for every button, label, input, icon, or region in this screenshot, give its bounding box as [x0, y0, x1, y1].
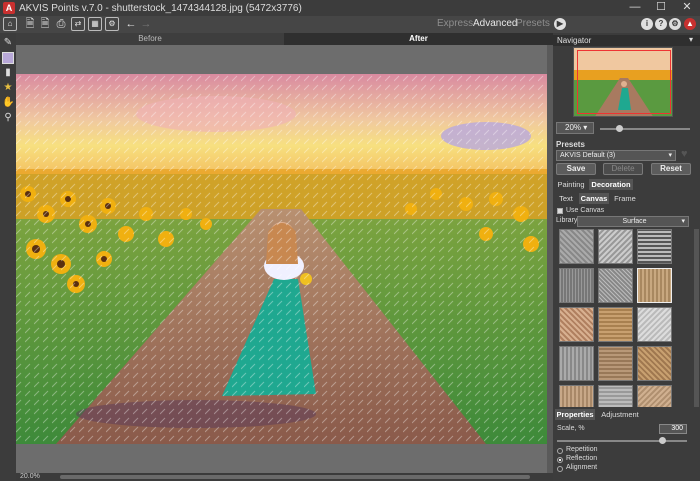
settings-panel: Navigator ▾ 20% ▾ Presets AKVIS Default … [553, 33, 700, 481]
eraser-icon[interactable]: ▮ [2, 67, 14, 79]
mode-advanced[interactable]: Advanced [473, 18, 517, 29]
paint-brush-icon[interactable]: ✎ [2, 37, 14, 49]
painted-photo [16, 74, 547, 444]
tab-canvas[interactable]: Canvas [579, 193, 609, 204]
collapse-icon[interactable]: ▾ [689, 35, 693, 44]
tool-bar: ✎ ▮ ★ ✋ ⚲ [0, 33, 16, 481]
reflection-label: Reflection [566, 455, 598, 462]
play-icon[interactable]: ▶ [554, 18, 566, 30]
help-icon[interactable]: ? [655, 18, 667, 30]
texture-thumb[interactable] [637, 346, 672, 381]
use-canvas-checkbox[interactable] [557, 208, 563, 214]
tab-after[interactable]: After [284, 33, 553, 45]
texture-thumb[interactable] [598, 346, 633, 381]
minimize-button[interactable]: — [622, 0, 648, 16]
texture-thumb[interactable] [598, 268, 633, 303]
info-icon[interactable]: i [641, 18, 653, 30]
view-tabs: Before After [16, 33, 553, 45]
print-icon[interactable]: ⎙ [54, 17, 68, 31]
save-file-icon[interactable]: 🗎 [38, 17, 52, 31]
zoom-icon[interactable]: ⚲ [2, 112, 14, 124]
zoom-slider[interactable] [600, 128, 690, 130]
scale-slider-knob[interactable] [659, 437, 666, 444]
horizontal-scrollbar[interactable] [60, 475, 530, 479]
undo-icon[interactable]: ← [124, 17, 138, 31]
plugin-icon[interactable]: ⚙ [105, 17, 119, 31]
texture-thumb[interactable] [559, 268, 594, 303]
status-bar: 20.0% [16, 473, 553, 481]
zoom-level: 20.0% [20, 473, 40, 480]
repetition-label: Repetition [566, 446, 598, 453]
tab-properties[interactable]: Properties [555, 409, 595, 420]
stamp-icon[interactable]: ★ [2, 82, 14, 94]
scale-label: Scale, % [557, 425, 585, 432]
preset-select[interactable]: AKVIS Default (3) ▾ [556, 150, 676, 161]
scale-value[interactable]: 300 [659, 424, 687, 434]
texture-thumb[interactable] [637, 385, 672, 407]
app-icon: A [3, 2, 15, 14]
tab-decoration[interactable]: Decoration [589, 179, 633, 190]
gallery-scrollbar[interactable] [694, 229, 699, 407]
scale-slider[interactable] [557, 440, 687, 442]
texture-thumb[interactable] [559, 229, 594, 264]
toolbar: ⌂ 🗎 🗎 ⎙ ⇄ ▦ ⚙ ← → Express Advanced Prese… [0, 16, 700, 33]
zoom-select-value: 20% [565, 123, 582, 132]
navigator-header: Navigator [553, 35, 700, 46]
texture-thumb[interactable] [637, 229, 672, 264]
tab-before[interactable]: Before [16, 33, 284, 45]
hand-icon[interactable]: ✋ [2, 97, 14, 109]
reset-preset-button[interactable]: Reset [651, 163, 691, 175]
tab-painting[interactable]: Painting [555, 179, 587, 190]
texture-thumb[interactable] [559, 346, 594, 381]
share-icon[interactable]: ⇄ [71, 17, 85, 31]
batch-icon[interactable]: ▦ [88, 17, 102, 31]
mode-express[interactable]: Express [437, 18, 473, 29]
maximize-button[interactable]: ☐ [648, 0, 674, 16]
texture-thumb[interactable] [598, 229, 633, 264]
color-swatch[interactable] [2, 52, 14, 64]
mode-presets[interactable]: Presets [516, 18, 550, 29]
tab-frame[interactable]: Frame [611, 193, 639, 204]
tab-adjustment[interactable]: Adjustment [597, 409, 643, 420]
favorite-icon[interactable]: ♥ [681, 148, 688, 160]
texture-thumb[interactable] [559, 385, 594, 407]
texture-thumb[interactable] [559, 307, 594, 342]
zoom-slider-knob[interactable] [616, 125, 623, 132]
texture-gallery [559, 229, 691, 407]
library-label: Library [556, 217, 578, 224]
texture-thumb[interactable] [598, 385, 633, 407]
reflection-radio[interactable] [557, 457, 563, 463]
cart-icon[interactable]: ▲ [684, 18, 696, 30]
preset-select-value: AKVIS Default (3) [560, 152, 616, 159]
close-button[interactable]: ✕ [674, 0, 700, 16]
navigator-view-rect[interactable] [577, 50, 671, 114]
presets-header: Presets [556, 140, 585, 149]
alignment-radio[interactable] [557, 466, 563, 472]
window-title: AKVIS Points v.7.0 - shutterstock_147434… [19, 2, 302, 14]
delete-preset-button[interactable]: Delete [603, 163, 643, 175]
tab-text[interactable]: Text [555, 193, 577, 204]
texture-thumb-selected[interactable] [637, 268, 672, 303]
library-select-value: Surface [622, 218, 647, 225]
home-icon[interactable]: ⌂ [3, 17, 17, 31]
settings-icon[interactable]: ⚙ [669, 18, 681, 30]
save-preset-button[interactable]: Save [556, 163, 596, 175]
open-file-icon[interactable]: 🗎 [23, 17, 37, 31]
texture-thumb[interactable] [598, 307, 633, 342]
navigator-preview[interactable] [573, 47, 673, 117]
alignment-label: Alignment [566, 464, 598, 471]
texture-thumb[interactable] [637, 307, 672, 342]
use-canvas-label: Use Canvas [566, 207, 605, 214]
image-canvas[interactable] [16, 45, 553, 473]
repetition-radio[interactable] [557, 448, 563, 454]
title-bar: A AKVIS Points v.7.0 - shutterstock_1474… [0, 0, 700, 16]
redo-icon[interactable]: → [139, 17, 153, 31]
library-select[interactable]: Surface ▾ [577, 216, 689, 227]
zoom-select[interactable]: 20% ▾ [556, 122, 594, 134]
